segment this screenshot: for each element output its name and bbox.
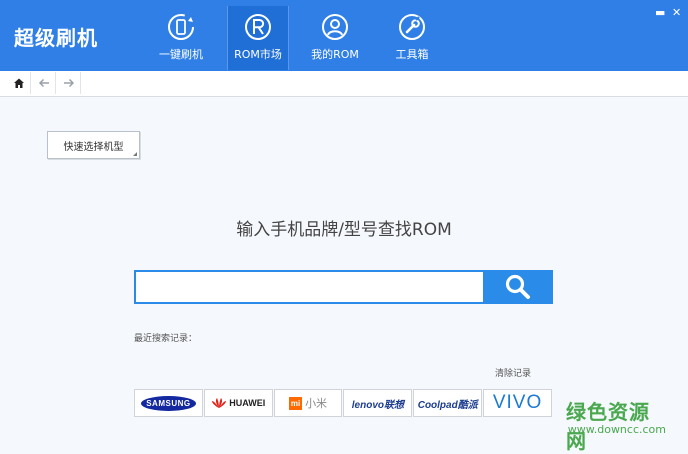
- tab-label: 工具箱: [395, 48, 429, 61]
- arrow-left-icon: [38, 78, 49, 88]
- app-title: 超级刷机: [14, 26, 98, 50]
- quick-select-model-button[interactable]: 快速选择机型: [47, 131, 140, 159]
- tab-one-click-flash[interactable]: 一键刷机: [151, 6, 211, 70]
- tab-toolbox[interactable]: 工具箱: [382, 6, 442, 70]
- search-icon: [505, 274, 530, 299]
- watermark: 绿色资源网 www.downcc.com: [566, 396, 688, 453]
- brand-label: lenovo联想: [351, 399, 405, 411]
- brand-list: SAMSUNG HUAWEI mi 小米 lenovo联想 Coolpad酷派 …: [134, 389, 553, 417]
- recent-search-label: 最近搜索记录：: [134, 334, 198, 344]
- brand-label: 小米: [305, 398, 328, 410]
- user-icon: [322, 14, 348, 40]
- clear-history-link[interactable]: 清除记录: [495, 366, 531, 379]
- quick-select-label: 快速选择机型: [63, 141, 124, 153]
- search-heading: 输入手机品牌/型号查找ROM: [236, 220, 452, 240]
- mi-logo-icon: mi: [289, 396, 303, 410]
- close-button[interactable]: ✕: [672, 6, 681, 19]
- header-bar: 超级刷机 一键刷机 ROM市场 我的ROM 工具箱 ▬ ✕: [0, 0, 688, 71]
- brand-xiaomi[interactable]: mi 小米: [273, 389, 343, 417]
- brand-huawei[interactable]: HUAWEI: [203, 389, 273, 417]
- app-window: 超级刷机 一键刷机 ROM市场 我的ROM 工具箱 ▬ ✕ 快速选择机型 输入手…: [0, 0, 688, 453]
- wrench-icon: [399, 14, 425, 40]
- brand-label: HUAWEI: [229, 398, 266, 408]
- brand-vivo[interactable]: VIVO: [483, 389, 552, 417]
- tab-label: 我的ROM: [311, 48, 359, 61]
- home-button[interactable]: [8, 72, 31, 94]
- back-button[interactable]: [33, 72, 56, 94]
- huawei-flower-icon: [212, 398, 227, 408]
- brand-lenovo[interactable]: lenovo联想: [343, 389, 413, 417]
- brand-coolpad[interactable]: Coolpad酷派: [413, 389, 483, 417]
- corner-triangle-icon: [133, 152, 137, 156]
- watermark-url: www.downcc.com: [567, 423, 666, 436]
- home-icon: [14, 78, 24, 88]
- brand-label: Coolpad酷派: [417, 399, 478, 411]
- search-input[interactable]: [134, 270, 491, 304]
- nav-toolbar: [0, 71, 688, 97]
- tab-rom-market[interactable]: ROM市场: [227, 6, 289, 70]
- tab-my-rom[interactable]: 我的ROM: [305, 6, 365, 70]
- arrow-right-icon: [64, 78, 75, 88]
- tab-label: 一键刷机: [159, 48, 203, 61]
- search-button[interactable]: [483, 270, 553, 304]
- brand-label: VIVO: [492, 392, 543, 413]
- brand-samsung[interactable]: SAMSUNG: [134, 389, 203, 417]
- tab-label: ROM市场: [234, 48, 282, 61]
- minimize-button[interactable]: ▬: [655, 6, 665, 19]
- forward-button[interactable]: [58, 72, 81, 94]
- phone-refresh-icon: [168, 14, 194, 40]
- search-bar: [134, 270, 553, 304]
- rom-market-icon: [245, 14, 271, 40]
- brand-label: SAMSUNG: [141, 395, 196, 411]
